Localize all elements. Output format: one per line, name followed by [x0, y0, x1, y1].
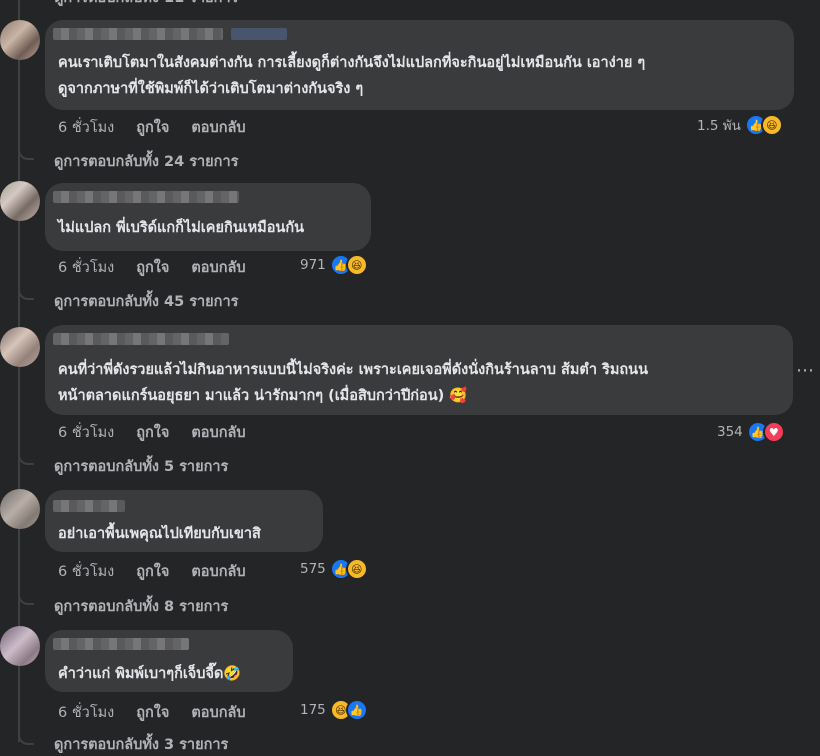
love-icon: ♥ [762, 421, 785, 443]
reply-connector [18, 733, 34, 745]
comment-actions: 6 ชั่วโมง ถูกใจ ตอบกลับ [58, 421, 246, 444]
comment-bubble: อย่าเอาพื้นเพคุณไปเทียบกับเขาสิ [45, 490, 323, 552]
haha-icon: 😆 [345, 558, 368, 580]
comment-actions: 6 ชั่วโมง ถูกใจ ตอบกลับ [58, 116, 246, 139]
avatar[interactable] [0, 181, 40, 221]
reaction-count: 971 [300, 257, 326, 273]
comment-bubble: คนที่ว่าพี่ดังรวยแล้วไม่กินอาหารแบบนี้ไม… [45, 325, 793, 415]
reply-button[interactable]: ตอบกลับ [191, 421, 245, 444]
comment-actions: 6 ชั่วโมง ถูกใจ ตอบกลับ [58, 256, 246, 279]
reaction-count: 175 [300, 702, 326, 718]
like-button[interactable]: ถูกใจ [136, 116, 169, 139]
reply-button[interactable]: ตอบกลับ [191, 560, 245, 583]
comment-text: หน้าตลาดแกร์นอยุธยา มาแล้ว น่ารักมากๆ (เ… [58, 388, 468, 404]
like-button[interactable]: ถูกใจ [136, 256, 169, 279]
more-options-icon[interactable]: ⋯ [796, 360, 814, 381]
reply-button[interactable]: ตอบกลับ [191, 256, 245, 279]
reaction-summary[interactable]: 575 👍 😆 [300, 558, 368, 580]
view-replies-link[interactable]: ดูการตอบกลับทั้ง 5 รายการ [54, 455, 228, 478]
comment-text: ดูจากภาษาที่ใช้พิมพ์ก็ได้ว่าเติบโตมาต่าง… [58, 81, 364, 97]
author-name-blurred[interactable] [53, 638, 189, 650]
like-button[interactable]: ถูกใจ [136, 560, 169, 583]
reaction-summary[interactable]: 354 👍 ♥ [717, 421, 785, 443]
reaction-summary[interactable]: 1.5 พัน 👍 😆 [697, 114, 783, 136]
author-name-blurred [231, 28, 287, 40]
avatar[interactable] [0, 489, 40, 529]
author-name-blurred[interactable] [53, 500, 125, 512]
comment-text: คนที่ว่าพี่ดังรวยแล้วไม่กินอาหารแบบนี้ไม… [58, 362, 648, 378]
view-replies-link[interactable]: ดูการตอบกลับทั้ง 8 รายการ [54, 595, 228, 618]
timestamp: 6 ชั่วโมง [58, 120, 115, 136]
haha-icon: 😆 [345, 254, 368, 276]
comment-text: คนเราเติบโตมาในสังคมต่างกัน การเลี้ยงดูก… [58, 55, 646, 71]
timestamp: 6 ชั่วโมง [58, 564, 115, 580]
reply-connector [18, 288, 34, 300]
reaction-count: 354 [717, 424, 743, 440]
reaction-count: 1.5 พัน [697, 118, 741, 134]
like-button[interactable]: ถูกใจ [136, 701, 169, 724]
comment-bubble: คำว่าแก่ พิมพ์เบาๆก็เจ็บจี๊ด🤣 [45, 630, 293, 692]
reaction-count: 575 [300, 561, 326, 577]
reply-connector [18, 453, 34, 465]
view-replies-link-top[interactable]: ดูการตอบกลับทั้ง 11 รายการ [54, 0, 238, 9]
comment-bubble: ไม่แปลก พี่เบริด์แกก็ไม่เคยกินเหมือนกัน [45, 183, 371, 251]
author-name-blurred[interactable] [53, 333, 229, 345]
view-replies-link[interactable]: ดูการตอบกลับทั้ง 3 รายการ [54, 733, 228, 756]
avatar[interactable] [0, 20, 40, 60]
timestamp: 6 ชั่วโมง [58, 260, 115, 276]
comment-text: คำว่าแก่ พิมพ์เบาๆก็เจ็บจี๊ด🤣 [58, 666, 242, 682]
avatar[interactable] [0, 626, 40, 666]
timestamp: 6 ชั่วโมง [58, 705, 115, 721]
reaction-summary[interactable]: 175 😆 👍 [300, 699, 368, 721]
like-button[interactable]: ถูกใจ [136, 421, 169, 444]
like-icon: 👍 [345, 699, 368, 721]
comment-text: อย่าเอาพื้นเพคุณไปเทียบกับเขาสิ [58, 526, 261, 542]
comment-text: ไม่แปลก พี่เบริด์แกก็ไม่เคยกินเหมือนกัน [58, 220, 305, 236]
reply-button[interactable]: ตอบกลับ [191, 116, 245, 139]
timestamp: 6 ชั่วโมง [58, 425, 115, 441]
haha-icon: 😆 [760, 114, 783, 136]
reply-connector [18, 148, 34, 160]
reply-button[interactable]: ตอบกลับ [191, 701, 245, 724]
author-name-blurred[interactable] [53, 28, 223, 40]
author-name-blurred[interactable] [53, 191, 239, 203]
view-replies-link[interactable]: ดูการตอบกลับทั้ง 45 รายการ [54, 290, 238, 313]
reply-connector [18, 593, 34, 605]
comment-actions: 6 ชั่วโมง ถูกใจ ตอบกลับ [58, 560, 246, 583]
reaction-summary[interactable]: 971 👍 😆 [300, 254, 368, 276]
comment-bubble: คนเราเติบโตมาในสังคมต่างกัน การเลี้ยงดูก… [45, 20, 794, 110]
comment-actions: 6 ชั่วโมง ถูกใจ ตอบกลับ [58, 701, 246, 724]
avatar[interactable] [0, 327, 40, 367]
view-replies-link[interactable]: ดูการตอบกลับทั้ง 24 รายการ [54, 150, 238, 173]
